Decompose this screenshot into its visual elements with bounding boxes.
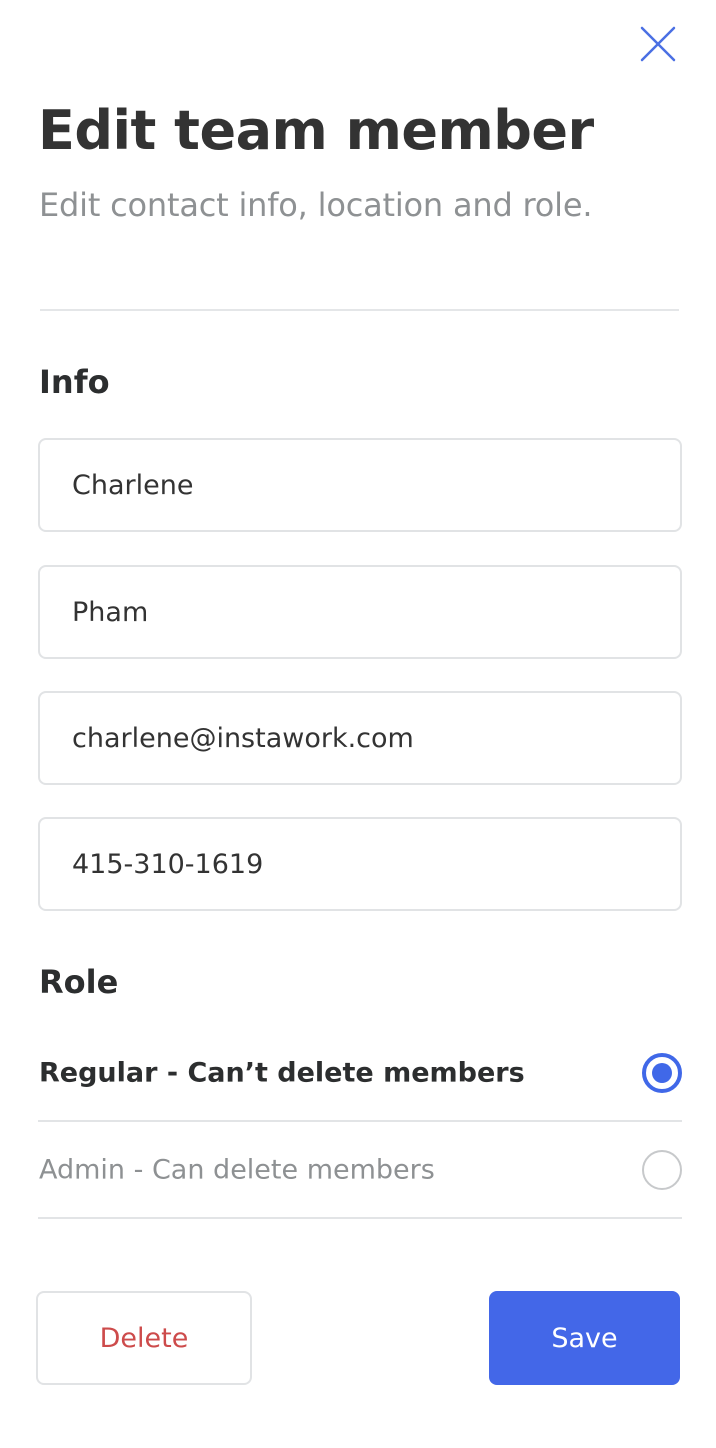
radio-checked-icon[interactable]: [642, 1053, 682, 1093]
header-divider: [40, 309, 679, 311]
role-option-label: Regular - Can’t delete members: [39, 1057, 525, 1089]
close-icon[interactable]: [639, 25, 677, 63]
last-name-field[interactable]: [38, 565, 682, 659]
role-option-admin[interactable]: Admin - Can delete members: [38, 1123, 682, 1219]
page-title: Edit team member: [38, 99, 594, 162]
role-option-label: Admin - Can delete members: [39, 1154, 435, 1186]
page-subtitle: Edit contact info, location and role.: [39, 186, 593, 224]
phone-field[interactable]: [38, 817, 682, 911]
info-heading: Info: [39, 363, 110, 401]
close-button[interactable]: [636, 22, 680, 66]
save-button[interactable]: Save: [489, 1291, 680, 1385]
role-heading: Role: [39, 963, 119, 1001]
email-field[interactable]: [38, 691, 682, 785]
delete-button[interactable]: Delete: [36, 1291, 252, 1385]
role-option-regular[interactable]: Regular - Can’t delete members: [38, 1026, 682, 1122]
radio-unchecked-icon[interactable]: [642, 1150, 682, 1190]
first-name-field[interactable]: [38, 438, 682, 532]
